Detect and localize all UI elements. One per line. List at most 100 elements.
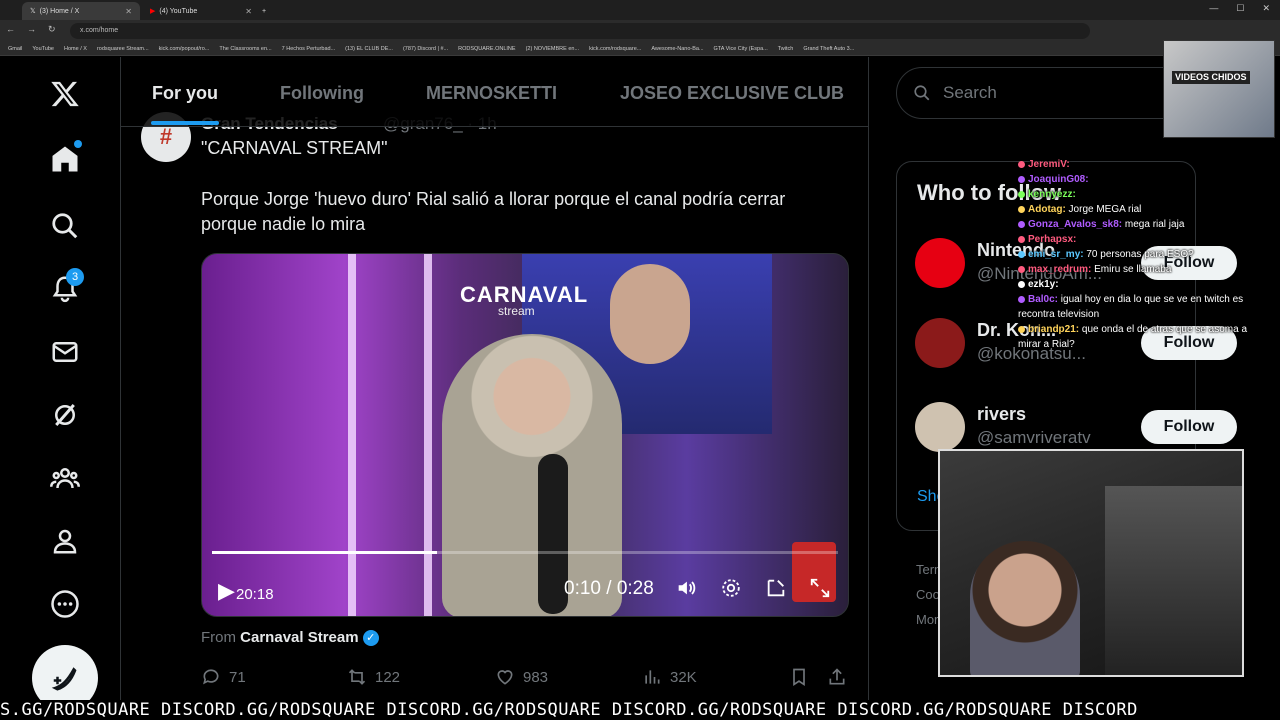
bookmark-item[interactable]: Gmail (8, 46, 22, 52)
bookmark-icon (793, 668, 805, 687)
chat-text: 70 personas para ESO? (1083, 249, 1194, 260)
reload-icon[interactable]: ↻ (48, 24, 56, 35)
chat-message: emi_sr_my: 70 personas para ESO? (1018, 247, 1258, 262)
views-chart-icon (645, 670, 660, 684)
settings-gear-icon[interactable] (717, 574, 745, 602)
bookmark-button[interactable] (789, 667, 809, 687)
repost-button[interactable]: 122 (347, 667, 400, 687)
chat-username: Bal0c: (1028, 294, 1059, 305)
compose-icon (51, 667, 77, 691)
url-field[interactable]: x.com/home (70, 23, 1090, 39)
avatar[interactable] (915, 402, 965, 452)
search-icon (914, 85, 930, 101)
close-tab-icon[interactable]: ✕ (125, 7, 132, 16)
browser-tab-x-home[interactable]: 𝕏 (3) Home / X ✕ (22, 2, 140, 20)
bookmark-item[interactable]: kick.com/popout/ro... (159, 46, 210, 52)
play-icon[interactable]: ▶ (218, 578, 235, 604)
tab-for-you[interactable]: For you (152, 83, 218, 104)
x-logo-icon[interactable] (44, 73, 86, 115)
reply-button[interactable]: 71 (201, 667, 246, 687)
forward-icon[interactable]: → (27, 24, 36, 35)
tweet-actions: 71 122 983 32K (201, 667, 849, 691)
bookmark-item[interactable]: Twitch (778, 46, 794, 52)
heart-icon (497, 670, 513, 685)
video-player[interactable]: CARNAVAL stream ▶ 20:18 0:10 / 0:28 (201, 253, 849, 617)
bookmark-item[interactable]: Grand Theft Auto 3... (803, 46, 854, 52)
bookmark-item[interactable]: (2) NOVIEMBRE en... (526, 46, 580, 52)
minimize-icon[interactable]: — (1209, 3, 1218, 14)
webcam-background-screen (1105, 486, 1242, 675)
account-name[interactable]: rivers (977, 404, 1026, 425)
tab-joseo-exclusive-club[interactable]: JOSEO EXCLUSIVE CLUB (620, 83, 844, 104)
bookmark-item[interactable]: RODSQUARE.ONLINE (458, 46, 515, 52)
bookmark-item[interactable]: Home / X (64, 46, 87, 52)
fullscreen-icon[interactable] (806, 574, 834, 602)
bookmark-item[interactable]: Awesome-Nano-Ba... (651, 46, 703, 52)
grok-icon[interactable] (44, 394, 86, 436)
chat-badge-icon (1018, 235, 1025, 243)
bookmark-item[interactable]: (787) Discord | #... (403, 46, 448, 52)
profile-icon[interactable] (44, 520, 86, 562)
chat-message: ezk1y: (1018, 277, 1258, 292)
follow-button[interactable]: Follow (1141, 410, 1237, 444)
repost-count: 122 (375, 668, 401, 686)
view-count: 32K (670, 668, 697, 686)
video-source-link[interactable]: Carnaval Stream (240, 629, 358, 646)
explore-icon[interactable] (44, 205, 86, 247)
like-count: 983 (523, 668, 549, 686)
reply-count: 71 (229, 668, 246, 686)
address-bar: ← → ↻ x.com/home (0, 20, 1280, 42)
left-navigation: 3 (0, 57, 121, 720)
video-poster-figure (610, 264, 690, 364)
bookmark-item[interactable]: rodsquaree Stream... (97, 46, 149, 52)
like-button[interactable]: 983 (495, 667, 548, 687)
share-button[interactable] (827, 667, 847, 687)
chat-username: Gonza_Avalos_sk8: (1028, 219, 1123, 230)
chat-badge-icon (1018, 295, 1025, 303)
video-time: 0:10 / 0:28 (564, 578, 654, 599)
chat-badge-icon (1018, 160, 1025, 168)
avatar[interactable] (915, 318, 965, 368)
home-icon[interactable] (44, 138, 86, 180)
search-input[interactable]: Search (896, 67, 1196, 119)
tab-following[interactable]: Following (280, 83, 364, 104)
verified-badge-icon: ✓ (362, 630, 379, 647)
top-webcam-overlay: VIDEOS CHIDOS (1163, 40, 1275, 138)
maximize-icon[interactable]: ☐ (1236, 3, 1244, 14)
browser-nav: ← → ↻ (6, 24, 56, 35)
bookmark-item[interactable]: 7 Hechos Perturbad... (282, 46, 336, 52)
close-tab-icon[interactable]: ✕ (245, 7, 252, 16)
chat-message: Bal0c: igual hoy en dia lo que se ve en … (1018, 292, 1258, 322)
bookmark-item[interactable]: kick.com/rodsquare... (589, 46, 641, 52)
messages-icon[interactable] (44, 331, 86, 373)
pip-icon[interactable] (762, 574, 790, 602)
volume-icon[interactable] (672, 574, 700, 602)
video-controls: ▶ 20:18 0:10 / 0:28 (202, 560, 848, 616)
home-unread-dot (74, 140, 82, 148)
tweet-title: "CARNAVAL STREAM" (201, 138, 388, 158)
chat-text: mega rial jaja (1122, 219, 1185, 230)
bookmarks-bar: Gmail YouTube Home / X rodsquaree Stream...… (0, 42, 1280, 56)
share-icon (829, 668, 845, 685)
bookmark-item[interactable]: (13) EL CLUB DE... (345, 46, 393, 52)
repost-icon (348, 669, 366, 685)
new-tab-button[interactable]: + (258, 2, 274, 20)
tab-mernosketti[interactable]: MERNOSKETTI (426, 83, 557, 104)
video-source: From Carnaval Stream ✓ (201, 629, 379, 647)
chat-badge-icon (1018, 220, 1025, 228)
views-button[interactable]: 32K (642, 667, 697, 687)
chat-message: Perhapsx: (1018, 232, 1258, 247)
chat-text: Jorge MEGA rial (1065, 204, 1142, 215)
video-progress-bar[interactable] (212, 551, 838, 554)
more-icon[interactable] (44, 583, 86, 625)
browser-tab-youtube[interactable]: ▶ (4) YouTube ✕ (142, 2, 260, 20)
notifications-icon[interactable]: 3 (44, 268, 86, 310)
bookmark-item[interactable]: The Classrooms en... (219, 46, 271, 52)
communities-icon[interactable] (44, 457, 86, 499)
close-window-icon[interactable]: ✕ (1262, 3, 1270, 14)
back-icon[interactable]: ← (6, 24, 15, 35)
avatar[interactable] (915, 238, 965, 288)
reply-icon (203, 669, 219, 685)
bookmark-item[interactable]: YouTube (32, 46, 54, 52)
bookmark-item[interactable]: GTA Vice City (Espa... (714, 46, 768, 52)
